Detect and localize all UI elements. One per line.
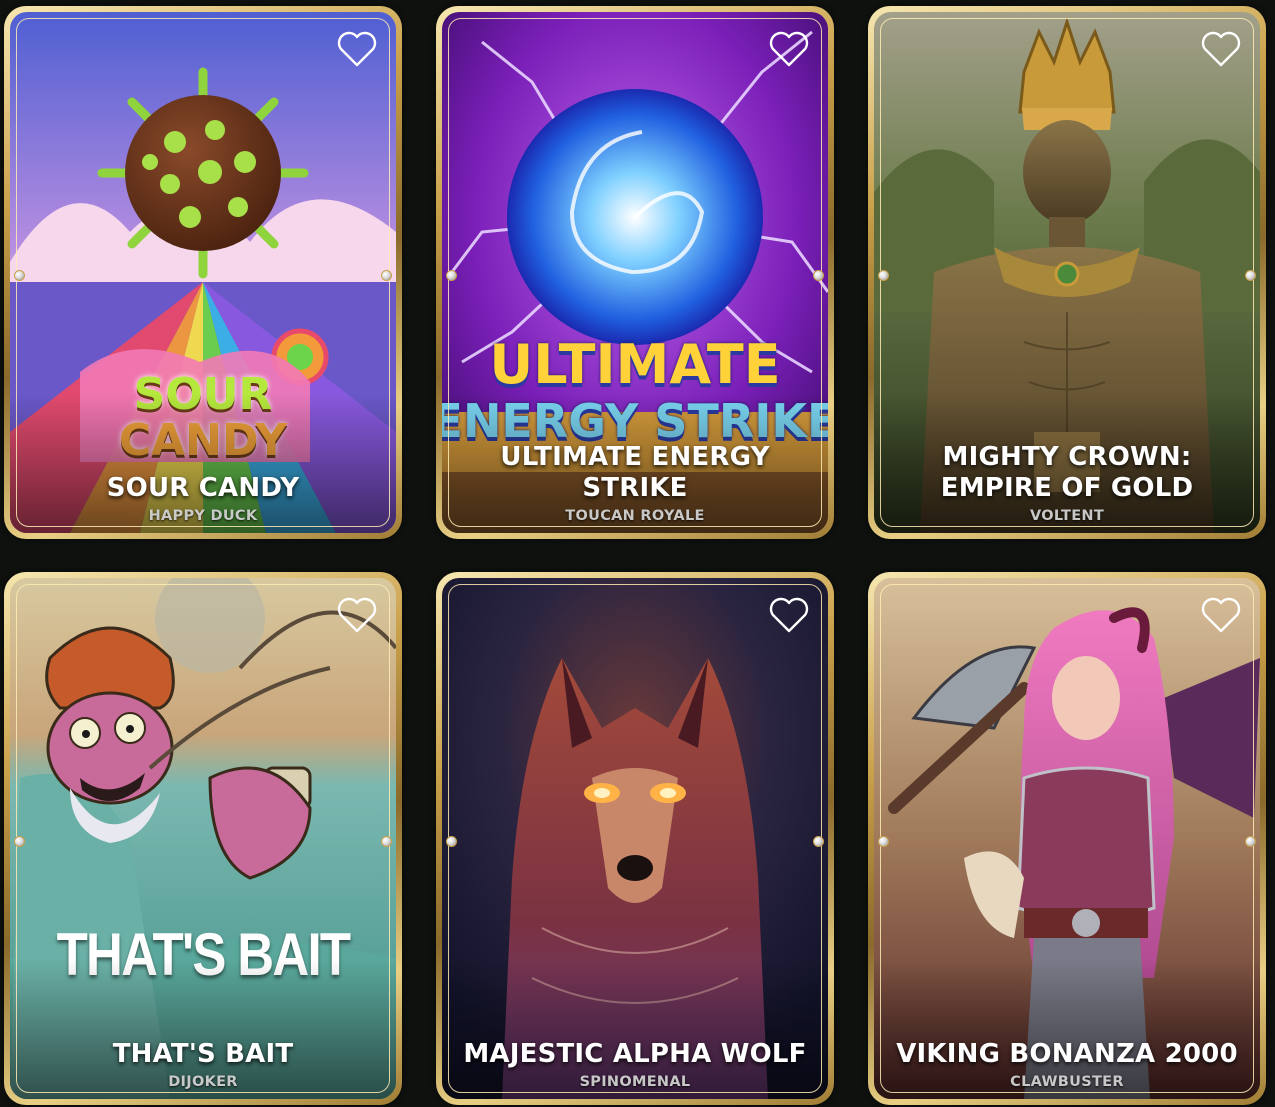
game-card-inner: VIKING BONANZA 2000 CLAWBUSTER <box>874 578 1260 1099</box>
gem-ornament <box>14 836 25 847</box>
game-card-inner: MIGHTY CROWN: EMPIRE OF GOLD VOLTENT <box>874 12 1260 533</box>
gem-ornament <box>446 270 457 281</box>
game-card-inner: ULTIMATE ENERGY STRIKE ULTIMATE ENERGY S… <box>442 12 828 533</box>
game-title: MIGHTY CROWN: EMPIRE OF GOLD <box>940 442 1194 503</box>
game-card-inner: MAJESTIC ALPHA WOLF SPINOMENAL <box>442 578 828 1099</box>
favorite-heart-icon[interactable] <box>768 30 810 68</box>
gem-ornament <box>1245 270 1256 281</box>
game-title: THAT'S BAIT <box>112 1039 294 1069</box>
game-provider[interactable]: SPINOMENAL <box>442 1074 828 1090</box>
gem-ornament <box>446 836 457 847</box>
game-title: MAJESTIC ALPHA WOLF <box>463 1039 807 1069</box>
game-card-majestic-alpha-wolf[interactable]: MAJESTIC ALPHA WOLF SPINOMENAL <box>436 572 834 1105</box>
favorite-heart-icon[interactable] <box>336 30 378 68</box>
gem-ornament <box>878 836 889 847</box>
game-provider[interactable]: HAPPY DUCK <box>10 508 396 524</box>
favorite-heart-icon[interactable] <box>768 596 810 634</box>
game-card-thats-bait[interactable]: THAT'S BAIT THAT'S BAIT DIJOKER <box>4 572 402 1105</box>
game-title: SOUR CANDY <box>106 473 300 503</box>
game-provider[interactable]: TOUCAN ROYALE <box>442 508 828 524</box>
game-title: ULTIMATE ENERGY STRIKE <box>500 442 770 503</box>
favorite-heart-icon[interactable] <box>1200 30 1242 68</box>
gem-ornament <box>14 270 25 281</box>
gem-ornament <box>813 270 824 281</box>
game-card-inner: SOUR CANDY SOUR CANDY HAPPY DUCK <box>10 12 396 533</box>
game-provider[interactable]: DIJOKER <box>10 1074 396 1090</box>
game-provider[interactable]: VOLTENT <box>874 508 1260 524</box>
game-card-inner: THAT'S BAIT THAT'S BAIT DIJOKER <box>10 578 396 1099</box>
game-card-ultimate-energy-strike[interactable]: ULTIMATE ENERGY STRIKE ULTIMATE ENERGY S… <box>436 6 834 539</box>
gem-ornament <box>1245 836 1256 847</box>
game-grid: SOUR CANDY SOUR CANDY HAPPY DUCK <box>0 0 1275 1107</box>
gem-ornament <box>813 836 824 847</box>
favorite-heart-icon[interactable] <box>1200 596 1242 634</box>
game-title: VIKING BONANZA 2000 <box>896 1039 1238 1069</box>
game-provider[interactable]: CLAWBUSTER <box>874 1074 1260 1090</box>
gem-ornament <box>878 270 889 281</box>
gem-ornament <box>381 836 392 847</box>
favorite-heart-icon[interactable] <box>336 596 378 634</box>
game-card-sour-candy[interactable]: SOUR CANDY SOUR CANDY HAPPY DUCK <box>4 6 402 539</box>
gem-ornament <box>381 270 392 281</box>
game-card-viking-bonanza-2000[interactable]: VIKING BONANZA 2000 CLAWBUSTER <box>868 572 1266 1105</box>
game-card-mighty-crown[interactable]: MIGHTY CROWN: EMPIRE OF GOLD VOLTENT <box>868 6 1266 539</box>
